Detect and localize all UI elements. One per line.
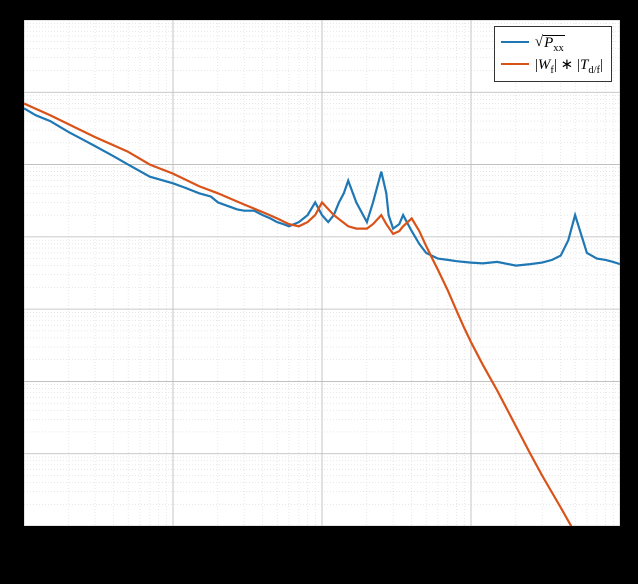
- legend-label-2: |Wf| ∗ |Td/f|: [535, 55, 603, 74]
- chart-svg: [24, 20, 620, 526]
- legend-entry-1: √ Pxx: [501, 31, 603, 53]
- legend-line-blue: [501, 41, 529, 43]
- sqrt-symbol: √ Pxx: [535, 35, 565, 51]
- legend-line-orange: [501, 63, 529, 65]
- legend-label-1: √ Pxx: [535, 34, 565, 51]
- plot-area: √ Pxx |Wf| ∗ |Td/f|: [22, 18, 622, 528]
- x-tick-marks: [22, 528, 622, 542]
- grid: [24, 20, 620, 526]
- legend-entry-2: |Wf| ∗ |Td/f|: [501, 53, 603, 75]
- legend: √ Pxx |Wf| ∗ |Td/f|: [494, 26, 612, 82]
